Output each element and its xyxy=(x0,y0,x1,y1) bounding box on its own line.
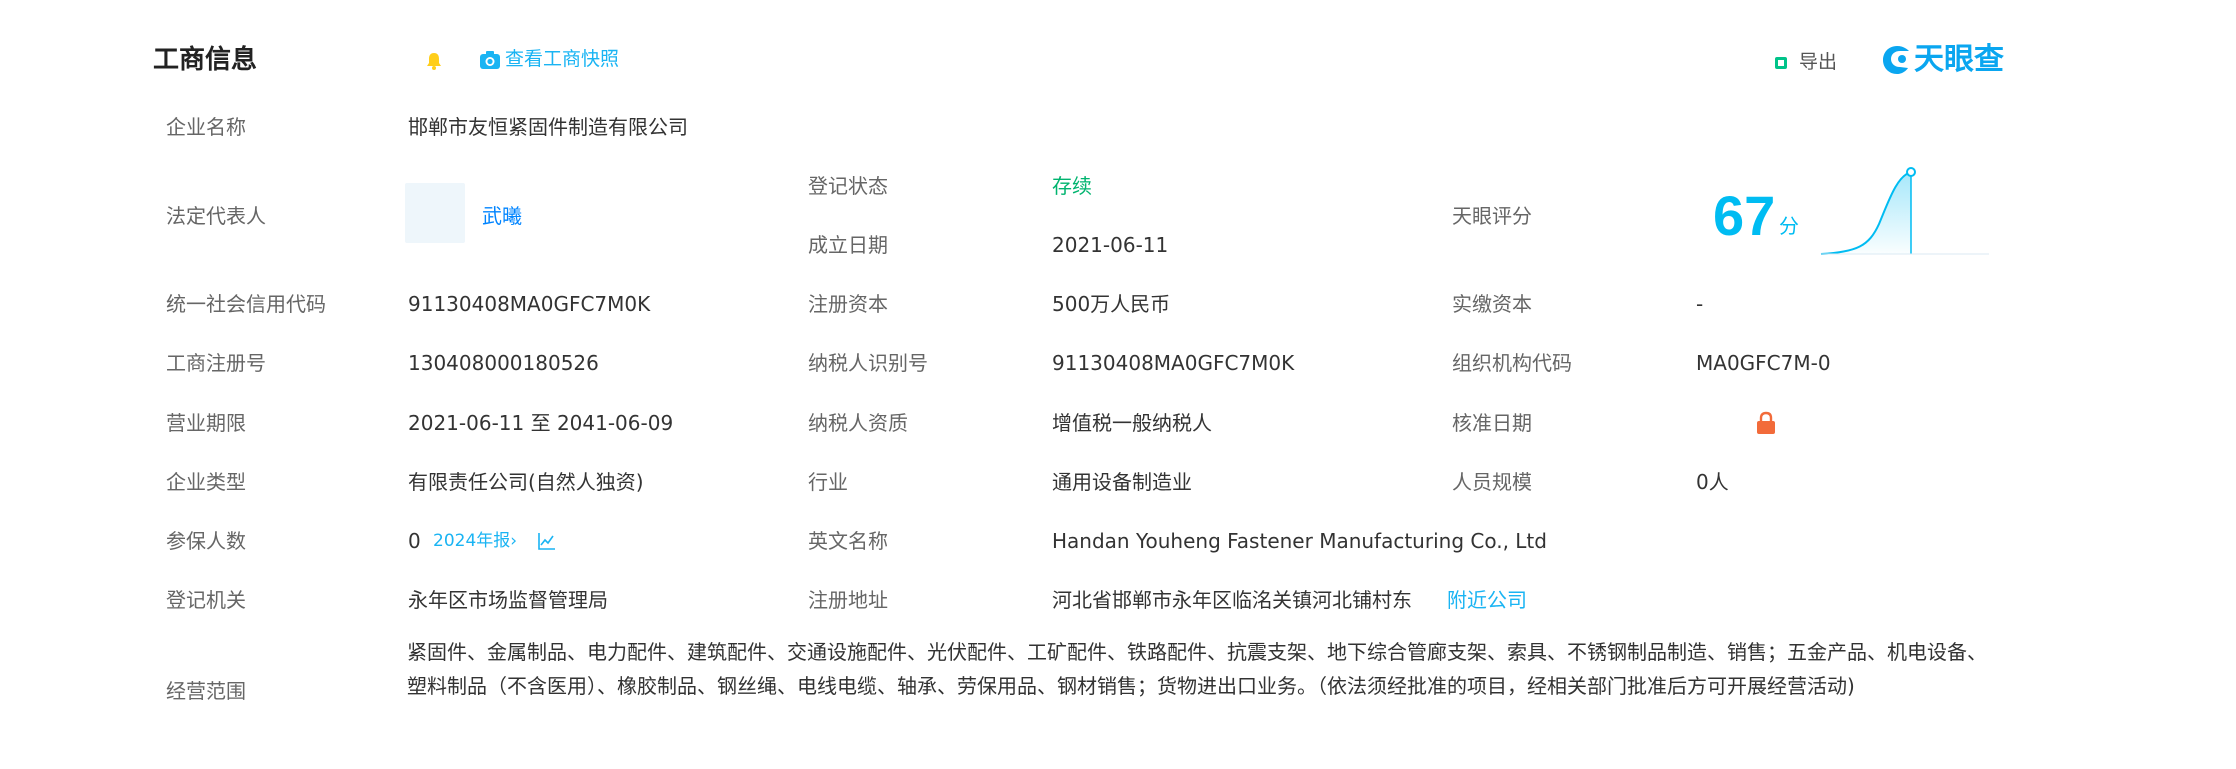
score-value[interactable]: 67 xyxy=(1713,188,1775,244)
label-org-code: 组织机构代码 xyxy=(1452,351,1572,375)
bell-icon[interactable] xyxy=(425,51,443,75)
annual-report-link[interactable]: 2024年报› xyxy=(433,533,517,550)
label-biz-term: 营业期限 xyxy=(166,411,246,435)
label-insured: 参保人数 xyxy=(166,529,246,553)
value-org-code: MA0GFC7M-0 xyxy=(1696,351,1831,375)
export-icon[interactable] xyxy=(1774,55,1788,74)
value-reg-authority: 永年区市场监督管理局 xyxy=(408,588,608,612)
value-taxpayer-qual: 增值税一般纳税人 xyxy=(1052,411,1212,435)
label-approve-date: 核准日期 xyxy=(1452,411,1532,435)
label-reg-capital: 注册资本 xyxy=(808,292,888,316)
label-found-date: 成立日期 xyxy=(808,233,888,257)
value-reg-address: 河北省邯郸市永年区临洺关镇河北铺村东 xyxy=(1052,588,1412,612)
lock-icon[interactable] xyxy=(1755,411,1777,439)
value-staff-size: 0人 xyxy=(1696,470,1729,494)
section-title: 工商信息 xyxy=(153,45,258,75)
status-badge: 存续 xyxy=(1052,174,1092,198)
label-reg-address: 注册地址 xyxy=(808,588,888,612)
score-curve-icon xyxy=(1817,164,1993,268)
label-staff-size: 人员规模 xyxy=(1452,470,1532,494)
value-insured: 0 xyxy=(408,529,421,553)
value-reg-capital: 500万人民币 xyxy=(1052,292,1171,316)
label-biz-reg-no: 工商注册号 xyxy=(166,351,266,375)
label-company-type: 企业类型 xyxy=(166,470,246,494)
label-legal-rep: 法定代表人 xyxy=(166,204,266,228)
value-company-name: 邯郸市友恒紧固件制造有限公司 xyxy=(408,115,688,139)
value-found-date: 2021-06-11 xyxy=(1052,233,1169,257)
camera-icon[interactable] xyxy=(479,50,501,74)
nearby-companies-link[interactable]: 附近公司 xyxy=(1447,590,1527,610)
label-industry: 行业 xyxy=(808,470,848,494)
label-english-name: 英文名称 xyxy=(808,529,888,553)
label-tianyan-score: 天眼评分 xyxy=(1452,204,1532,228)
label-reg-authority: 登记机关 xyxy=(166,588,246,612)
label-company-name: 企业名称 xyxy=(166,115,246,139)
avatar xyxy=(405,183,465,243)
label-taxpayer-id: 纳税人识别号 xyxy=(808,351,928,375)
value-company-type: 有限责任公司(自然人独资) xyxy=(408,470,644,494)
value-biz-scope: 紧固件、金属制品、电力配件、建筑配件、交通设施配件、光伏配件、工矿配件、铁路配件… xyxy=(407,640,1987,698)
tianyancha-logo xyxy=(1880,43,1914,81)
value-taxpayer-id: 91130408MA0GFC7M0K xyxy=(1052,351,1295,375)
score-unit: 分 xyxy=(1779,214,1799,238)
label-taxpayer-qual: 纳税人资质 xyxy=(808,411,908,435)
label-biz-scope: 经营范围 xyxy=(166,679,246,703)
label-reg-status: 登记状态 xyxy=(808,174,888,198)
value-credit-code: 91130408MA0GFC7M0K xyxy=(408,292,651,316)
label-credit-code: 统一社会信用代码 xyxy=(166,292,326,316)
label-paid-capital: 实缴资本 xyxy=(1452,292,1532,316)
value-biz-term: 2021-06-11 至 2041-06-09 xyxy=(408,411,674,435)
value-biz-reg-no: 130408000180526 xyxy=(408,351,599,375)
brand-name: 天眼查 xyxy=(1914,42,2004,77)
value-industry: 通用设备制造业 xyxy=(1052,470,1192,494)
value-paid-capital: - xyxy=(1696,292,1704,316)
trend-chart-icon[interactable] xyxy=(537,531,557,555)
legal-rep-link[interactable]: 武曦 xyxy=(482,206,522,226)
snapshot-link[interactable]: 查看工商快照 xyxy=(505,50,619,69)
value-english-name: Handan Youheng Fastener Manufacturing Co… xyxy=(1052,529,1547,553)
export-button[interactable]: 导出 xyxy=(1799,53,1837,72)
